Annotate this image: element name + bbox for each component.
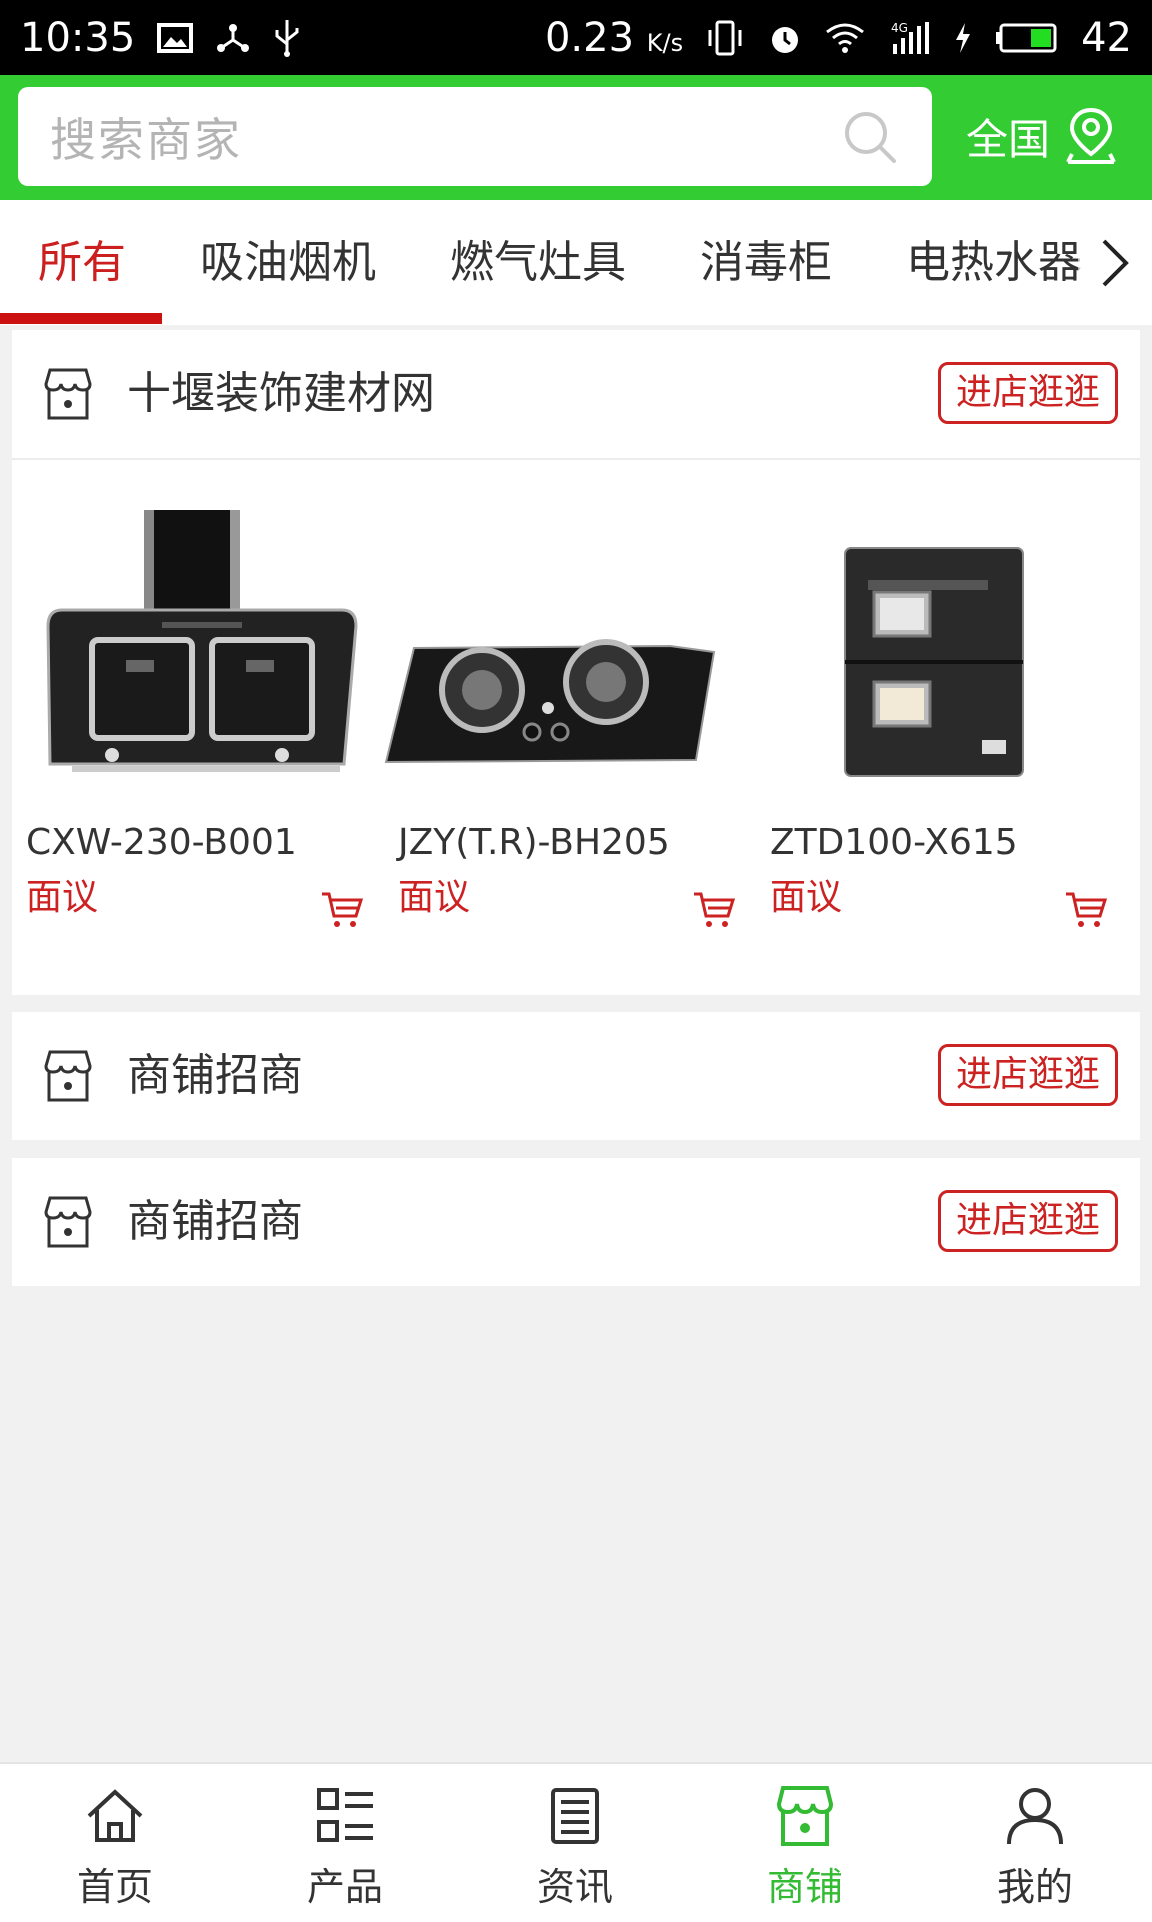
chevron-right-icon[interactable] (1098, 237, 1132, 289)
disinfection-cabinet-image (844, 547, 1024, 777)
usb-icon (273, 18, 301, 58)
product-item[interactable]: JZY(T.R)-BH205 面议 (384, 460, 744, 995)
tab-range-hood[interactable]: 吸油烟机 (200, 200, 376, 325)
range-hood-image (46, 510, 358, 772)
product-name[interactable]: CXW-230-B001 (26, 822, 297, 863)
region-selector[interactable]: 全国 (966, 97, 1120, 175)
nav-news[interactable]: 资讯 (460, 1764, 690, 1922)
battery-icon (995, 22, 1059, 54)
tabs-scroll-right[interactable] (1078, 200, 1152, 325)
nav-me[interactable]: 我的 (920, 1764, 1150, 1922)
shop-name[interactable]: 十堰装饰建材网 (127, 330, 435, 458)
product-price: 面议 (26, 877, 99, 918)
search-placeholder: 搜索商家 (50, 112, 242, 167)
active-tab-indicator (0, 313, 162, 324)
shop-icon (44, 1050, 92, 1102)
signal-icon: 4G (887, 20, 931, 56)
nav-products[interactable]: 产品 (230, 1764, 460, 1922)
shop-icon (776, 1786, 834, 1846)
charging-icon (953, 21, 973, 55)
bottom-nav: 首页 产品 资讯 商铺 我的 (0, 1762, 1152, 1922)
region-label: 全国 (966, 114, 1051, 164)
enter-shop-button[interactable]: 进店逛逛 (938, 1190, 1118, 1252)
shop-name[interactable]: 商铺招商 (127, 1158, 303, 1286)
header: 搜索商家 全国 (0, 75, 1152, 200)
tab-disinfection-cabinet[interactable]: 消毒柜 (700, 200, 832, 325)
location-pin-icon (1066, 107, 1116, 164)
nav-label: 产品 (306, 1865, 383, 1909)
share-notification-icon (215, 20, 251, 56)
nav-label: 我的 (996, 1865, 1073, 1909)
user-icon (1007, 1788, 1063, 1845)
home-icon (87, 1789, 143, 1842)
battery-level: 42 (1081, 14, 1132, 61)
status-time: 10:35 (20, 14, 136, 61)
shop-card: 商铺招商 进店逛逛 (12, 1012, 1140, 1140)
shop-header[interactable]: 十堰装饰建材网 进店逛逛 (12, 330, 1140, 458)
tab-gas-stove[interactable]: 燃气灶具 (450, 200, 626, 325)
enter-shop-button[interactable]: 进店逛逛 (938, 362, 1118, 424)
cart-icon[interactable] (320, 890, 364, 930)
gas-stove-image (384, 639, 716, 764)
shop-header[interactable]: 商铺招商 进店逛逛 (12, 1158, 1140, 1286)
search-input[interactable]: 搜索商家 (18, 87, 932, 186)
shop-icon (44, 1196, 92, 1248)
network-type: 4G (891, 21, 908, 35)
shop-card: 十堰装饰建材网 进店逛逛 CXW-230-B001 面议 JZY(T.R)-BH… (12, 330, 1140, 995)
tab-all[interactable]: 所有 (38, 200, 126, 325)
product-item[interactable]: ZTD100-X615 面议 (756, 460, 1116, 995)
image-notification-icon (157, 22, 194, 53)
shop-header[interactable]: 商铺招商 进店逛逛 (12, 1012, 1140, 1140)
product-item[interactable]: CXW-230-B001 面议 (12, 460, 372, 995)
search-icon[interactable] (840, 107, 900, 167)
nav-label: 商铺 (766, 1865, 843, 1909)
nav-shops[interactable]: 商铺 (690, 1764, 920, 1922)
status-bar: 10:35 0.23 K/s 4G 42 (0, 0, 1152, 75)
cart-icon[interactable] (1064, 890, 1108, 930)
shop-icon (44, 368, 92, 420)
cart-icon[interactable] (692, 890, 736, 930)
tab-water-heater[interactable]: 电热水器 (906, 200, 1082, 325)
enter-shop-button[interactable]: 进店逛逛 (938, 1044, 1118, 1106)
shop-name[interactable]: 商铺招商 (127, 1012, 303, 1140)
product-price: 面议 (398, 877, 471, 918)
wifi-icon (825, 22, 865, 54)
product-list: CXW-230-B001 面议 JZY(T.R)-BH205 面议 ZTD100… (12, 460, 1140, 995)
nav-label: 首页 (76, 1865, 153, 1909)
grid-list-icon (317, 1788, 373, 1842)
nav-home[interactable]: 首页 (0, 1764, 230, 1922)
product-name[interactable]: ZTD100-X615 (770, 822, 1018, 863)
vibrate-icon (705, 20, 745, 56)
shop-card: 商铺招商 进店逛逛 (12, 1158, 1140, 1286)
product-price: 面议 (770, 877, 843, 918)
news-icon (551, 1788, 599, 1844)
category-tabs: 所有 吸油烟机 燃气灶具 消毒柜 电热水器 (0, 200, 1152, 325)
network-speed: 0.23 K/s (544, 14, 684, 61)
product-name[interactable]: JZY(T.R)-BH205 (398, 822, 670, 863)
alarm-icon (767, 20, 803, 56)
nav-label: 资讯 (536, 1865, 613, 1909)
